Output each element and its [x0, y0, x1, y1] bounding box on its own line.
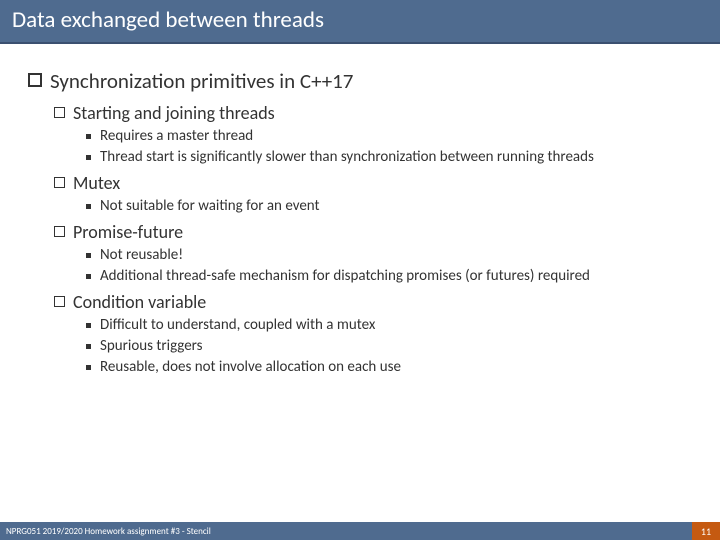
bullet-item: Not reusable! — [86, 246, 692, 264]
bullet-text: Not reusable! — [100, 246, 183, 264]
section-item: Mutex — [54, 172, 692, 194]
slide-content: Synchronization primitives in C++17 Star… — [0, 44, 720, 540]
bullet-text: Not suitable for waiting for an event — [100, 197, 320, 215]
section-label: Condition variable — [73, 291, 206, 313]
square-outline-icon — [54, 177, 65, 188]
bullet-item: Thread start is significantly slower tha… — [86, 148, 692, 166]
slide: Data exchanged between threads Synchroni… — [0, 0, 720, 540]
square-bullet-icon — [28, 73, 42, 87]
square-outline-icon — [54, 296, 65, 307]
dot-icon — [86, 155, 91, 160]
section-label: Promise-future — [73, 221, 183, 243]
section-item: Condition variable — [54, 291, 692, 313]
bullet-text: Reusable, does not involve allocation on… — [100, 358, 401, 376]
bullet-text: Requires a master thread — [100, 127, 253, 145]
bullet-item: Requires a master thread — [86, 127, 692, 145]
bullet-text: Difficult to understand, coupled with a … — [100, 316, 375, 334]
bullet-text: Additional thread-safe mechanism for dis… — [100, 267, 590, 285]
slide-title: Data exchanged between threads — [12, 6, 708, 34]
bullet-text: Spurious triggers — [100, 337, 203, 355]
square-outline-icon — [54, 107, 65, 118]
section-label: Starting and joining threads — [73, 102, 275, 124]
bullet-item: Difficult to understand, coupled with a … — [86, 316, 692, 334]
section-item: Promise-future — [54, 221, 692, 243]
heading-text: Synchronization primitives in C++17 — [50, 68, 353, 94]
heading-item: Synchronization primitives in C++17 — [28, 68, 692, 94]
dot-icon — [86, 134, 91, 139]
square-outline-icon — [54, 226, 65, 237]
bullet-item: Reusable, does not involve allocation on… — [86, 358, 692, 376]
title-bar: Data exchanged between threads — [0, 0, 720, 44]
dot-icon — [86, 274, 91, 279]
dot-icon — [86, 204, 91, 209]
bullet-item: Spurious triggers — [86, 337, 692, 355]
section-item: Starting and joining threads — [54, 102, 692, 124]
footer-text: NPRG051 2019/2020 Homework assignment #3… — [6, 526, 692, 537]
bullet-text: Thread start is significantly slower tha… — [100, 148, 594, 166]
dot-icon — [86, 253, 91, 258]
footer-bar: NPRG051 2019/2020 Homework assignment #3… — [0, 522, 720, 540]
section-label: Mutex — [73, 172, 120, 194]
bullet-item: Additional thread-safe mechanism for dis… — [86, 267, 692, 285]
bullet-item: Not suitable for waiting for an event — [86, 197, 692, 215]
dot-icon — [86, 323, 91, 328]
dot-icon — [86, 365, 91, 370]
dot-icon — [86, 344, 91, 349]
page-number: 11 — [692, 522, 720, 540]
